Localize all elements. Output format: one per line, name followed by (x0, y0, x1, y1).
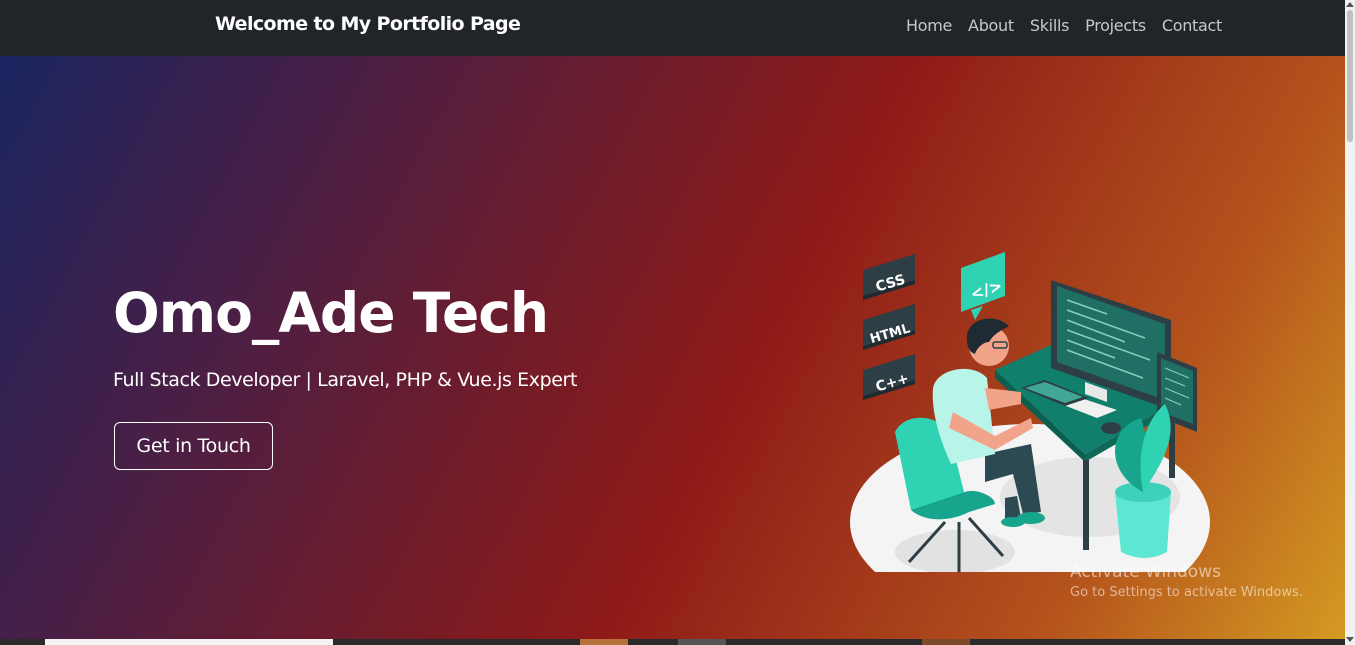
preview-card (922, 639, 970, 645)
nav-link-projects[interactable]: Projects (1085, 16, 1146, 35)
hero-section: Omo_Ade Tech Full Stack Developer | Lara… (0, 56, 1345, 639)
preview-card (580, 639, 628, 645)
nav-links: Home About Skills Projects Contact (906, 16, 1222, 35)
hero-subtitle: Full Stack Developer | Laravel, PHP & Vu… (113, 369, 577, 391)
css-badge: CSS (863, 254, 915, 300)
preview-card (678, 639, 726, 645)
navbar-brand[interactable]: Welcome to My Portfolio Page (215, 13, 521, 35)
code-bubble: </> (961, 252, 1005, 320)
page-scrollbar[interactable] (1345, 0, 1355, 645)
cpp-badge: C++ (863, 354, 915, 400)
next-section-preview (0, 639, 1345, 645)
nav-link-about[interactable]: About (968, 16, 1014, 35)
scroll-down-arrow-icon[interactable] (1346, 637, 1354, 642)
developer-illustration: CSS HTML C++ </> (850, 252, 1210, 572)
scrollbar-thumb[interactable] (1347, 10, 1353, 142)
get-in-touch-button[interactable]: Get in Touch (114, 422, 273, 470)
html-badge: HTML (863, 304, 915, 350)
watermark-title: Activate Windows (1070, 562, 1221, 582)
hero-title: Omo_Ade Tech (113, 281, 549, 345)
watermark-subtitle: Go to Settings to activate Windows. (1070, 585, 1303, 600)
windows-activation-watermark: Activate Windows Go to Settings to activ… (1070, 562, 1303, 600)
mouse (1101, 422, 1121, 434)
preview-card (45, 639, 333, 645)
nav-link-skills[interactable]: Skills (1030, 16, 1070, 35)
nav-link-home[interactable]: Home (906, 16, 952, 35)
navbar: Welcome to My Portfolio Page Home About … (0, 0, 1355, 56)
scroll-up-arrow-icon[interactable] (1346, 2, 1354, 7)
nav-link-contact[interactable]: Contact (1162, 16, 1222, 35)
